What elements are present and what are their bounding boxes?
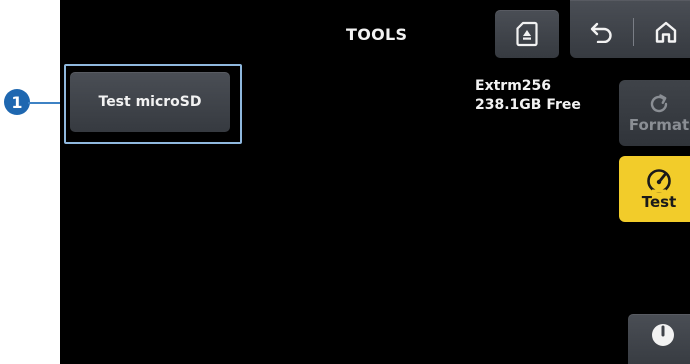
power-icon (650, 322, 676, 348)
back-button[interactable] (576, 8, 628, 56)
test-label: Test (641, 193, 677, 211)
sd-card-button[interactable] (495, 10, 559, 58)
speedometer-icon (645, 167, 673, 193)
callout-number-badge: 1 (4, 89, 30, 115)
callout-leader-line (28, 102, 64, 104)
refresh-icon (647, 92, 671, 116)
format-label: Format (628, 116, 690, 134)
device-screen: TOOLS Test microSD Extrm256 238.1GB Free… (60, 0, 690, 364)
page-title: TOOLS (346, 25, 408, 44)
back-arrow-icon (589, 21, 615, 43)
storage-info: Extrm256 238.1GB Free (475, 77, 581, 115)
navigation-button-group (570, 0, 690, 58)
storage-name: Extrm256 (475, 78, 552, 94)
home-icon (654, 20, 678, 44)
test-button[interactable]: Test (619, 156, 690, 222)
power-button[interactable] (628, 314, 690, 364)
storage-free: 238.1GB Free (475, 97, 581, 113)
home-button[interactable] (640, 8, 690, 56)
test-microsd-label: Test microSD (98, 94, 202, 110)
format-button[interactable]: Format (619, 80, 690, 146)
sd-card-icon (516, 21, 538, 47)
test-microsd-button[interactable]: Test microSD (70, 72, 230, 132)
nav-divider (633, 18, 634, 46)
